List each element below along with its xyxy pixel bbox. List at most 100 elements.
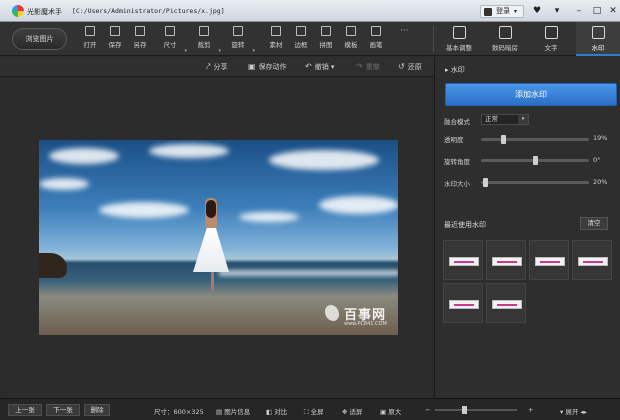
fit-screen-button[interactable]: ✥ 适屏 — [342, 406, 363, 416]
fullscreen-button[interactable]: ⛶ 全屏 — [304, 406, 324, 417]
camera-icon — [498, 26, 512, 39]
text-icon — [544, 26, 558, 39]
image-info-button[interactable]: ▤ 图片信息 — [216, 406, 250, 416]
blend-mode-label: 融合模式 — [444, 118, 470, 126]
recent-watermarks-title: 最近使用水印 — [444, 221, 486, 229]
tab-basic-adjust[interactable]: 基本调整 — [438, 22, 480, 56]
file-path: [C:/Users/Administrator/Pictures/x.jpg] — [72, 7, 225, 15]
title-bar: 光影魔术手 [C:/Users/Administrator/Pictures/x… — [0, 0, 620, 22]
undo-icon: ↶ — [305, 62, 312, 71]
add-watermark-button[interactable]: 添加水印 — [445, 83, 617, 106]
tool-crop[interactable]: 裁剪 ▾ — [192, 26, 221, 54]
edit-action-bar: ⤤ 分享 ▣ 保存动作 ↶ 撤销 ▾ ↷ 重做 ↺ 还原 — [0, 57, 434, 77]
tool-label: 旋转 — [231, 41, 245, 49]
save-as-icon — [135, 26, 145, 36]
app-logo-icon — [12, 5, 24, 17]
blend-mode-value: 正常 — [485, 115, 498, 123]
save-icon — [110, 26, 120, 36]
skin-icon[interactable]: ♥ — [528, 4, 546, 18]
recent-watermark-thumb[interactable] — [486, 283, 526, 323]
compare-button[interactable]: ◧ 对比 — [266, 406, 287, 416]
undo-label: 撤销 — [314, 63, 329, 71]
zoom-out-button[interactable]: − — [425, 406, 430, 414]
tab-label: 数码暗房 — [492, 44, 518, 52]
chevron-down-icon: ▾ — [514, 8, 518, 15]
clear-button[interactable]: 清空 — [580, 217, 608, 230]
more-tools-button[interactable]: ··· — [400, 26, 409, 36]
next-image-button[interactable]: 下一张 — [46, 404, 80, 416]
tool-label: 模板 — [344, 41, 358, 49]
redo-button[interactable]: ↷ 重做 — [356, 62, 380, 72]
tab-darkroom[interactable]: 数码暗房 — [484, 22, 526, 56]
tool-save-as[interactable]: 另存 — [128, 26, 152, 54]
main-toolbar: 浏览图片 打开 保存 另存 尺寸 ▾ 裁剪 ▾ 旋转 ▾ 素材 边框 拼图 模板 画笔… — [0, 22, 620, 56]
zoom-slider[interactable] — [435, 406, 517, 414]
recent-watermark-thumb[interactable] — [572, 240, 612, 280]
undo-button[interactable]: ↶ 撤销 ▾ — [305, 62, 334, 72]
watermark-site: www.PC841.COM — [344, 321, 387, 327]
slider-thumb[interactable] — [483, 178, 489, 187]
tool-material[interactable]: 素材 — [264, 26, 288, 54]
save-action-label: 保存动作 — [258, 63, 287, 71]
share-button[interactable]: ⤤ 分享 — [206, 62, 228, 72]
dropdown-arrow-icon: ▾ — [218, 48, 221, 54]
minimize-button[interactable]: – — [570, 4, 588, 18]
recent-watermark-thumb[interactable] — [486, 240, 526, 280]
save-action-button[interactable]: ▣ 保存动作 — [248, 62, 287, 72]
recent-watermark-thumb[interactable] — [443, 283, 483, 323]
rocks — [39, 253, 67, 278]
browse-images-button[interactable]: 浏览图片 — [12, 28, 67, 50]
watermark-icon — [591, 26, 605, 39]
tool-open[interactable]: 打开 — [78, 26, 102, 54]
recent-watermark-thumb[interactable] — [443, 240, 483, 280]
dropdown-arrow-icon: ▾ — [252, 48, 255, 54]
menu-icon[interactable]: ▾ — [548, 4, 566, 18]
tool-label: 裁剪 — [197, 41, 211, 49]
restore-label: 还原 — [407, 63, 422, 71]
blend-mode-select[interactable]: 正常 ▾ — [481, 114, 529, 125]
compare-label: 对比 — [274, 408, 288, 416]
expand-button[interactable]: ▾ 展开 ◂▸ — [560, 406, 587, 416]
tool-resize[interactable]: 尺寸 ▾ — [158, 26, 187, 54]
restore-button[interactable]: ↺ 还原 — [398, 62, 422, 72]
delete-button[interactable]: 删除 — [84, 404, 110, 416]
tool-label: 打开 — [83, 41, 97, 49]
angle-slider[interactable] — [481, 156, 589, 165]
panel-title: ▸ 水印 — [445, 66, 465, 74]
tool-label: 尺寸 — [163, 41, 177, 49]
cloud — [39, 178, 89, 190]
tool-label: 保存 — [108, 41, 122, 49]
tool-template[interactable]: 模板 — [339, 26, 363, 54]
prev-image-button[interactable]: 上一张 — [8, 404, 42, 416]
save-action-icon: ▣ — [248, 62, 256, 71]
tab-watermark[interactable]: 水印 — [576, 22, 620, 56]
tool-brush[interactable]: 画笔 — [364, 26, 388, 54]
tool-collage[interactable]: 拼图 — [314, 26, 338, 54]
original-size-button[interactable]: ▣ 原大 — [380, 406, 401, 416]
cloud — [149, 144, 229, 158]
cloud — [99, 202, 189, 218]
tab-text[interactable]: 文字 — [530, 22, 572, 56]
login-button[interactable]: 登录 ▾ — [480, 5, 524, 18]
watermark-preview — [449, 300, 479, 309]
size-slider[interactable] — [481, 178, 589, 187]
tool-border[interactable]: 边框 — [289, 26, 313, 54]
cloud — [319, 196, 398, 214]
material-icon — [271, 26, 281, 36]
slider-thumb[interactable] — [532, 156, 538, 165]
zoom-in-button[interactable]: + — [528, 406, 533, 414]
recent-watermark-thumb[interactable] — [529, 240, 569, 280]
zoom-thumb[interactable] — [461, 406, 467, 414]
tool-label: 素材 — [269, 41, 283, 49]
fullscreen-label: 全屏 — [310, 408, 324, 416]
slider-thumb[interactable] — [500, 135, 506, 144]
tool-rotate[interactable]: 旋转 ▾ — [226, 26, 255, 54]
tool-save[interactable]: 保存 — [103, 26, 127, 54]
opacity-slider[interactable] — [481, 135, 589, 144]
angle-label: 旋转角度 — [444, 158, 470, 166]
image-size: 尺寸：600×325 — [154, 408, 204, 416]
cloud — [269, 150, 379, 170]
close-button[interactable]: ✕ — [604, 4, 620, 18]
size-label: 水印大小 — [444, 180, 470, 188]
photo[interactable]: 百事网 www.PC841.COM — [39, 140, 398, 335]
